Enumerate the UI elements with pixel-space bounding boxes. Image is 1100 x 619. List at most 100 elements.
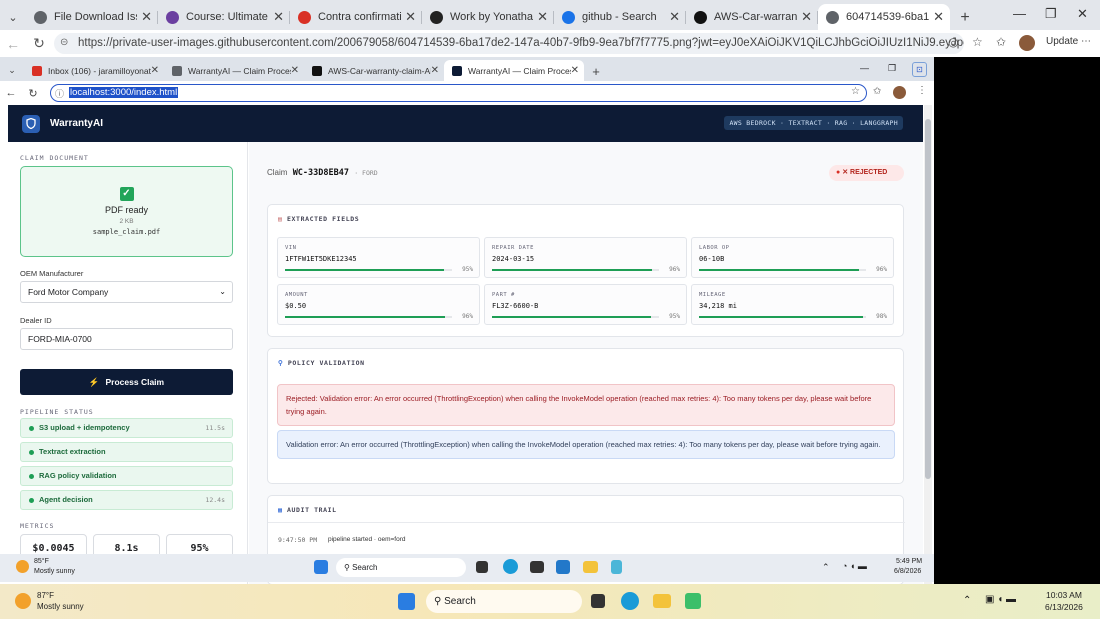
edge-icon[interactable] xyxy=(503,559,518,574)
screenshot-tool-icon[interactable]: ⊡ xyxy=(912,62,927,77)
inner-tab[interactable]: Inbox (106) - jaramilloyonathanm✕ xyxy=(24,60,164,81)
inner-restore-button[interactable]: ❐ xyxy=(888,63,896,74)
minimize-button[interactable]: — xyxy=(1013,6,1026,21)
close-tab-icon[interactable]: ✕ xyxy=(801,9,812,25)
vscode-icon[interactable] xyxy=(556,560,570,574)
inner-star-icon[interactable]: ☆ xyxy=(851,86,860,97)
outer-tab-label: 604714539-6ba17de2-1 xyxy=(846,11,930,23)
close-tab-icon[interactable]: ✕ xyxy=(291,65,299,76)
close-tab-icon[interactable]: ✕ xyxy=(151,65,159,76)
inner-new-tab-button[interactable]: + xyxy=(584,64,608,81)
inner-tab[interactable]: AWS-Car-warranty-claim-AI-RAG/✕ xyxy=(304,60,444,81)
back-icon[interactable]: ← xyxy=(0,36,26,52)
new-tab-button[interactable]: + xyxy=(950,9,980,30)
confidence-fill xyxy=(492,269,653,271)
taskbar-search-label: Search xyxy=(444,596,476,607)
taskbar-search[interactable]: ⚲ Search xyxy=(426,590,582,613)
edge-icon[interactable] xyxy=(621,592,639,610)
close-tab-icon[interactable]: ✕ xyxy=(537,9,548,25)
inner-reload-icon[interactable]: ↻ xyxy=(22,87,44,100)
close-window-button[interactable]: ✕ xyxy=(1077,6,1088,22)
inner-tab-label: WarrantyAI — Claim Processor xyxy=(188,65,291,76)
inner-tab[interactable]: WarrantyAI — Claim Processor✕ xyxy=(164,60,304,81)
inner-favorites-icon[interactable]: ✩ xyxy=(873,86,881,97)
inner-tab[interactable]: WarrantyAI — Claim Processor✕ xyxy=(444,60,584,81)
inner-avatar[interactable] xyxy=(893,86,906,99)
file-explorer-icon[interactable] xyxy=(583,561,598,573)
status-dot-icon: ● xyxy=(836,169,841,176)
oem-select[interactable]: Ford Motor Company ⌄ xyxy=(20,281,233,303)
apps-icon[interactable] xyxy=(685,593,701,609)
outer-tab[interactable]: AWS-Car-warranty-clain✕ xyxy=(686,4,818,30)
star-icon[interactable]: ☆ xyxy=(972,35,983,49)
inner-tab-search-icon[interactable]: ⌄ xyxy=(0,60,24,81)
outer-tab[interactable]: Work by Yonathan Jaran ✕ xyxy=(422,4,554,30)
inner-menu-icon[interactable]: ⋮ xyxy=(917,85,927,96)
outer-address-bar[interactable]: https://private-user-images.githubuserco… xyxy=(54,33,964,54)
field-label: LABOR OP xyxy=(699,245,730,251)
inner-minimize-button[interactable]: — xyxy=(860,63,869,73)
pipeline-step: RAG policy validation xyxy=(20,466,233,486)
document-dropzone[interactable]: ✓ PDF ready 2 KB sample_claim.pdf xyxy=(20,166,233,257)
close-tab-icon[interactable]: ✕ xyxy=(669,9,680,25)
pipeline-step-time: 11.5s xyxy=(205,424,225,432)
notepad-icon[interactable] xyxy=(611,560,622,574)
site-info-icon[interactable]: ⊝ xyxy=(60,37,68,48)
tab-search-icon[interactable]: ⌄ xyxy=(0,4,26,30)
inner-address-bar[interactable]: localhost:3000/index.html xyxy=(50,84,867,102)
confidence-percent: 95% xyxy=(462,266,473,273)
claim-document-label: CLAIM DOCUMENT xyxy=(20,154,89,162)
confidence-fill xyxy=(492,316,651,318)
update-button[interactable]: Update ⋯ xyxy=(1046,36,1091,47)
decision-label: REJECTED xyxy=(850,169,888,176)
wifi-icon[interactable]: ◔ ◖ ▬ xyxy=(842,561,867,571)
extracted-fields-card: ▤ EXTRACTED FIELDS VIN 1FTFW1ET5DKE12345 9… xyxy=(267,204,904,337)
extracted-field: MILEAGE 34,218 mi 98% xyxy=(691,284,894,325)
weather-icon xyxy=(15,593,31,609)
outer-tab[interactable]: Contra confirmation co ✕ xyxy=(290,4,422,30)
clock-date: 6/13/2026 xyxy=(1045,602,1083,612)
favorites-icon[interactable]: ✩ xyxy=(996,35,1006,49)
outer-tab[interactable]: File Download Issue ✕ xyxy=(26,4,158,30)
close-tab-icon[interactable]: ✕ xyxy=(141,9,152,25)
inner-site-info-icon[interactable]: ⓘ xyxy=(55,87,64,100)
outer-tab-label: Work by Yonathan Jaran xyxy=(450,11,533,23)
dealer-id-input[interactable]: FORD-MIA-0700 xyxy=(20,328,233,350)
taskbar-search[interactable]: ⚲ Search xyxy=(336,558,466,577)
close-tab-icon[interactable]: ✕ xyxy=(431,65,439,76)
windows-start-icon[interactable] xyxy=(314,560,328,574)
avatar[interactable] xyxy=(1019,35,1035,51)
scrollbar-thumb[interactable] xyxy=(925,119,931,479)
outer-tab[interactable]: 604714539-6ba17de2-1✕ xyxy=(818,4,950,30)
chevron-up-icon[interactable]: ⌃ xyxy=(822,562,830,573)
outer-tab-label: Course: Ultimate AWS C xyxy=(186,11,269,23)
confidence-fill xyxy=(285,316,446,318)
outer-tab[interactable]: github - Search ✕ xyxy=(554,4,686,30)
field-value: FL3Z-6600-B xyxy=(492,302,539,310)
field-value: 2024-03-15 xyxy=(492,255,535,263)
windows-start-icon[interactable] xyxy=(398,593,415,610)
close-tab-icon[interactable]: ✕ xyxy=(273,9,284,25)
close-tab-icon[interactable]: ✕ xyxy=(933,9,944,25)
warrantyai-app: WarrantyAI AWS BEDROCK · TEXTRACT · RAG … xyxy=(8,105,923,584)
terminal-icon[interactable] xyxy=(530,561,544,573)
task-view-icon[interactable] xyxy=(476,561,488,573)
process-claim-button[interactable]: ⚡ Process Claim xyxy=(20,369,233,395)
reload-icon[interactable]: ↻ xyxy=(26,35,52,52)
close-tab-icon[interactable]: ✕ xyxy=(405,9,416,25)
outer-url-text: https://private-user-images.githubuserco… xyxy=(78,37,964,49)
eye-off-icon[interactable]: ◎ xyxy=(948,35,958,49)
task-view-icon[interactable] xyxy=(591,594,605,608)
inner-back-icon[interactable]: ← xyxy=(0,87,22,99)
restore-button[interactable]: ❐ xyxy=(1045,6,1057,22)
page-scrollbar[interactable] xyxy=(924,105,932,584)
pipeline-step: S3 upload + idempotency 11.5s xyxy=(20,418,233,438)
tab-favicon-icon xyxy=(694,10,707,24)
chevron-up-icon[interactable]: ⌃ xyxy=(963,595,971,606)
system-tray-icons[interactable]: ▣ ◖ ▬ xyxy=(985,594,1016,605)
outer-tab[interactable]: Course: Ultimate AWS C ✕ xyxy=(158,4,290,30)
audit-text: pipeline started · oem=ford xyxy=(328,536,406,543)
right-panel: Claim WC-33D8EB47 · FORD ● ✕ REJECTED ▤ … xyxy=(249,142,923,584)
close-tab-icon[interactable]: ✕ xyxy=(571,65,579,76)
file-explorer-icon[interactable] xyxy=(653,594,671,608)
